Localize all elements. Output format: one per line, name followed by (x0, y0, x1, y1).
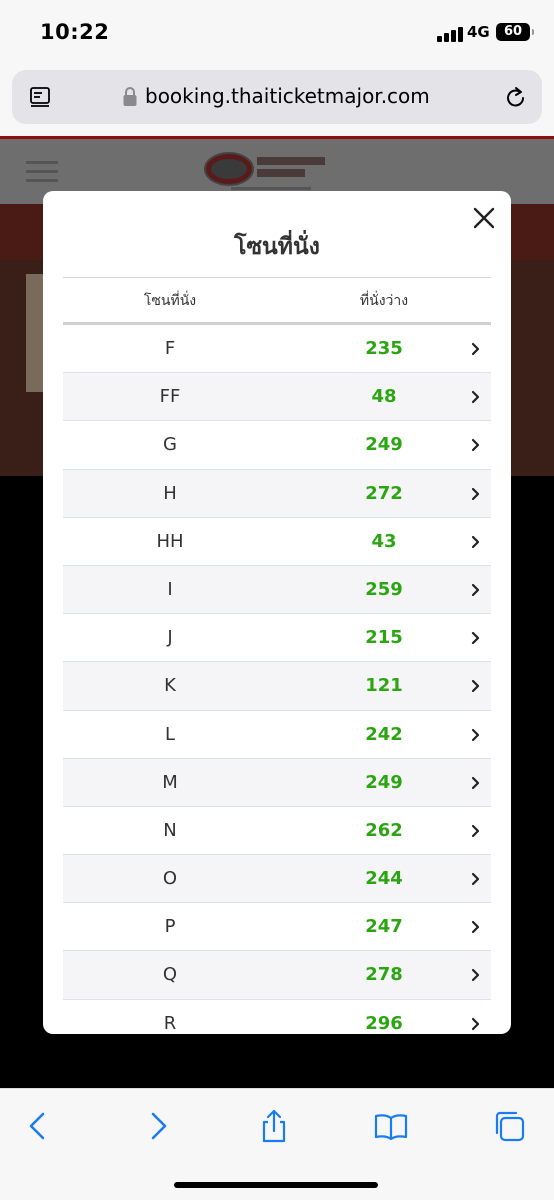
chevron-right-icon[interactable] (471, 776, 481, 790)
table-row[interactable]: N 262 (63, 807, 491, 856)
chevron-right-icon[interactable] (471, 390, 481, 404)
table-row[interactable]: R 296 (63, 1000, 491, 1034)
zone-name: F (164, 338, 176, 359)
network-type: 4G (467, 23, 490, 41)
home-indicator (174, 1182, 378, 1188)
table-row[interactable]: HH 43 (63, 518, 491, 566)
zone-name: N (163, 819, 177, 841)
chevron-right-icon[interactable] (471, 728, 481, 742)
table-row[interactable]: K 121 (63, 662, 491, 711)
reader-mode-icon[interactable] (28, 85, 52, 109)
zone-name: K (164, 675, 176, 697)
zone-table: โซนที่นั่ง ที่นั่งว่าง F 235 FF 48 G 249 H 272 H… (63, 277, 491, 1034)
table-row[interactable]: J 215 (63, 614, 491, 663)
zone-name: R (163, 1012, 177, 1034)
table-body: F 235 FF 48 G 249 H 272 HH 43 I 259 J 215 K 121 L 242 M 249… (63, 325, 491, 1034)
lock-icon (123, 87, 137, 106)
seat-zone-modal: โซนที่นั่ง โซนที่นั่ง ที่นั่งว่าง F 235 FF… (43, 191, 511, 1034)
available-seats: 296 (365, 1012, 403, 1034)
chevron-right-icon[interactable] (471, 824, 481, 838)
browser-address-area: booking.thaiticketmajor.com (0, 64, 554, 136)
available-seats: 247 (365, 916, 403, 938)
zone-name: P (164, 916, 176, 938)
chevron-right-icon[interactable] (471, 872, 481, 886)
zone-name: M (162, 771, 178, 793)
zone-name: J (167, 627, 173, 649)
header-zone: โซนที่นั่ง (143, 293, 197, 309)
chevron-right-icon[interactable] (471, 631, 481, 645)
zone-name: L (164, 723, 176, 745)
available-seats: 259 (365, 578, 403, 600)
modal-title: โซนที่นั่ง (234, 234, 320, 260)
chevron-right-icon[interactable] (471, 438, 481, 452)
thaiticketmajor-logo (204, 152, 325, 190)
chevron-right-icon[interactable] (471, 583, 481, 597)
zone-name: O (162, 868, 178, 890)
available-seats: 249 (365, 434, 403, 456)
header-available: ที่นั่งว่าง (359, 293, 409, 309)
available-seats: 278 (365, 964, 403, 986)
available-seats: 215 (365, 627, 403, 649)
available-seats: 272 (365, 482, 403, 504)
zone-name: H (163, 482, 177, 504)
chevron-right-icon[interactable] (471, 679, 481, 693)
hamburger-menu-icon[interactable] (26, 161, 58, 183)
table-row[interactable]: FF 48 (63, 373, 491, 422)
status-bar: 10:22 4G 60 (0, 0, 554, 64)
available-seats: 244 (365, 868, 403, 890)
table-row[interactable]: H 272 (63, 469, 491, 518)
zone-name: I (167, 578, 173, 600)
table-row[interactable]: P 247 (63, 903, 491, 952)
share-icon[interactable] (257, 1109, 291, 1143)
back-icon[interactable] (22, 1109, 56, 1143)
bookmarks-icon[interactable] (374, 1109, 408, 1143)
available-seats: 121 (365, 675, 403, 697)
signal-icon (437, 26, 463, 42)
available-seats: 242 (365, 723, 403, 745)
table-row[interactable]: M 249 (63, 758, 491, 807)
table-row[interactable]: G 249 (63, 421, 491, 470)
close-icon[interactable] (471, 205, 497, 231)
chevron-right-icon[interactable] (471, 1017, 481, 1031)
available-seats: 48 (371, 386, 397, 408)
available-seats: 235 (365, 338, 403, 359)
table-row[interactable]: Q 278 (63, 951, 491, 1000)
zone-name: FF (159, 386, 181, 408)
battery-icon: 60 (496, 23, 534, 41)
table-header: โซนที่นั่ง ที่นั่งว่าง (63, 277, 491, 325)
available-seats: 249 (365, 771, 403, 793)
table-row[interactable]: I 259 (63, 565, 491, 615)
table-row[interactable]: F 235 (63, 325, 491, 374)
table-row[interactable]: O 244 (63, 855, 491, 904)
chevron-right-icon[interactable] (471, 487, 481, 501)
zone-name: HH (156, 530, 184, 552)
reload-icon[interactable] (504, 84, 528, 110)
table-row[interactable]: L 242 (63, 711, 491, 759)
url-text[interactable]: booking.thaiticketmajor.com (145, 84, 430, 108)
status-time: 10:22 (40, 20, 110, 44)
chevron-right-icon[interactable] (471, 342, 481, 356)
available-seats: 43 (371, 530, 397, 552)
chevron-right-icon[interactable] (471, 968, 481, 982)
tabs-icon[interactable] (492, 1109, 526, 1143)
chevron-right-icon[interactable] (471, 535, 481, 549)
forward-icon[interactable] (140, 1109, 174, 1143)
zone-name: Q (162, 964, 178, 986)
chevron-right-icon[interactable] (471, 920, 481, 934)
address-bar[interactable]: booking.thaiticketmajor.com (12, 70, 542, 124)
zone-name: G (163, 434, 177, 456)
available-seats: 262 (365, 819, 403, 841)
